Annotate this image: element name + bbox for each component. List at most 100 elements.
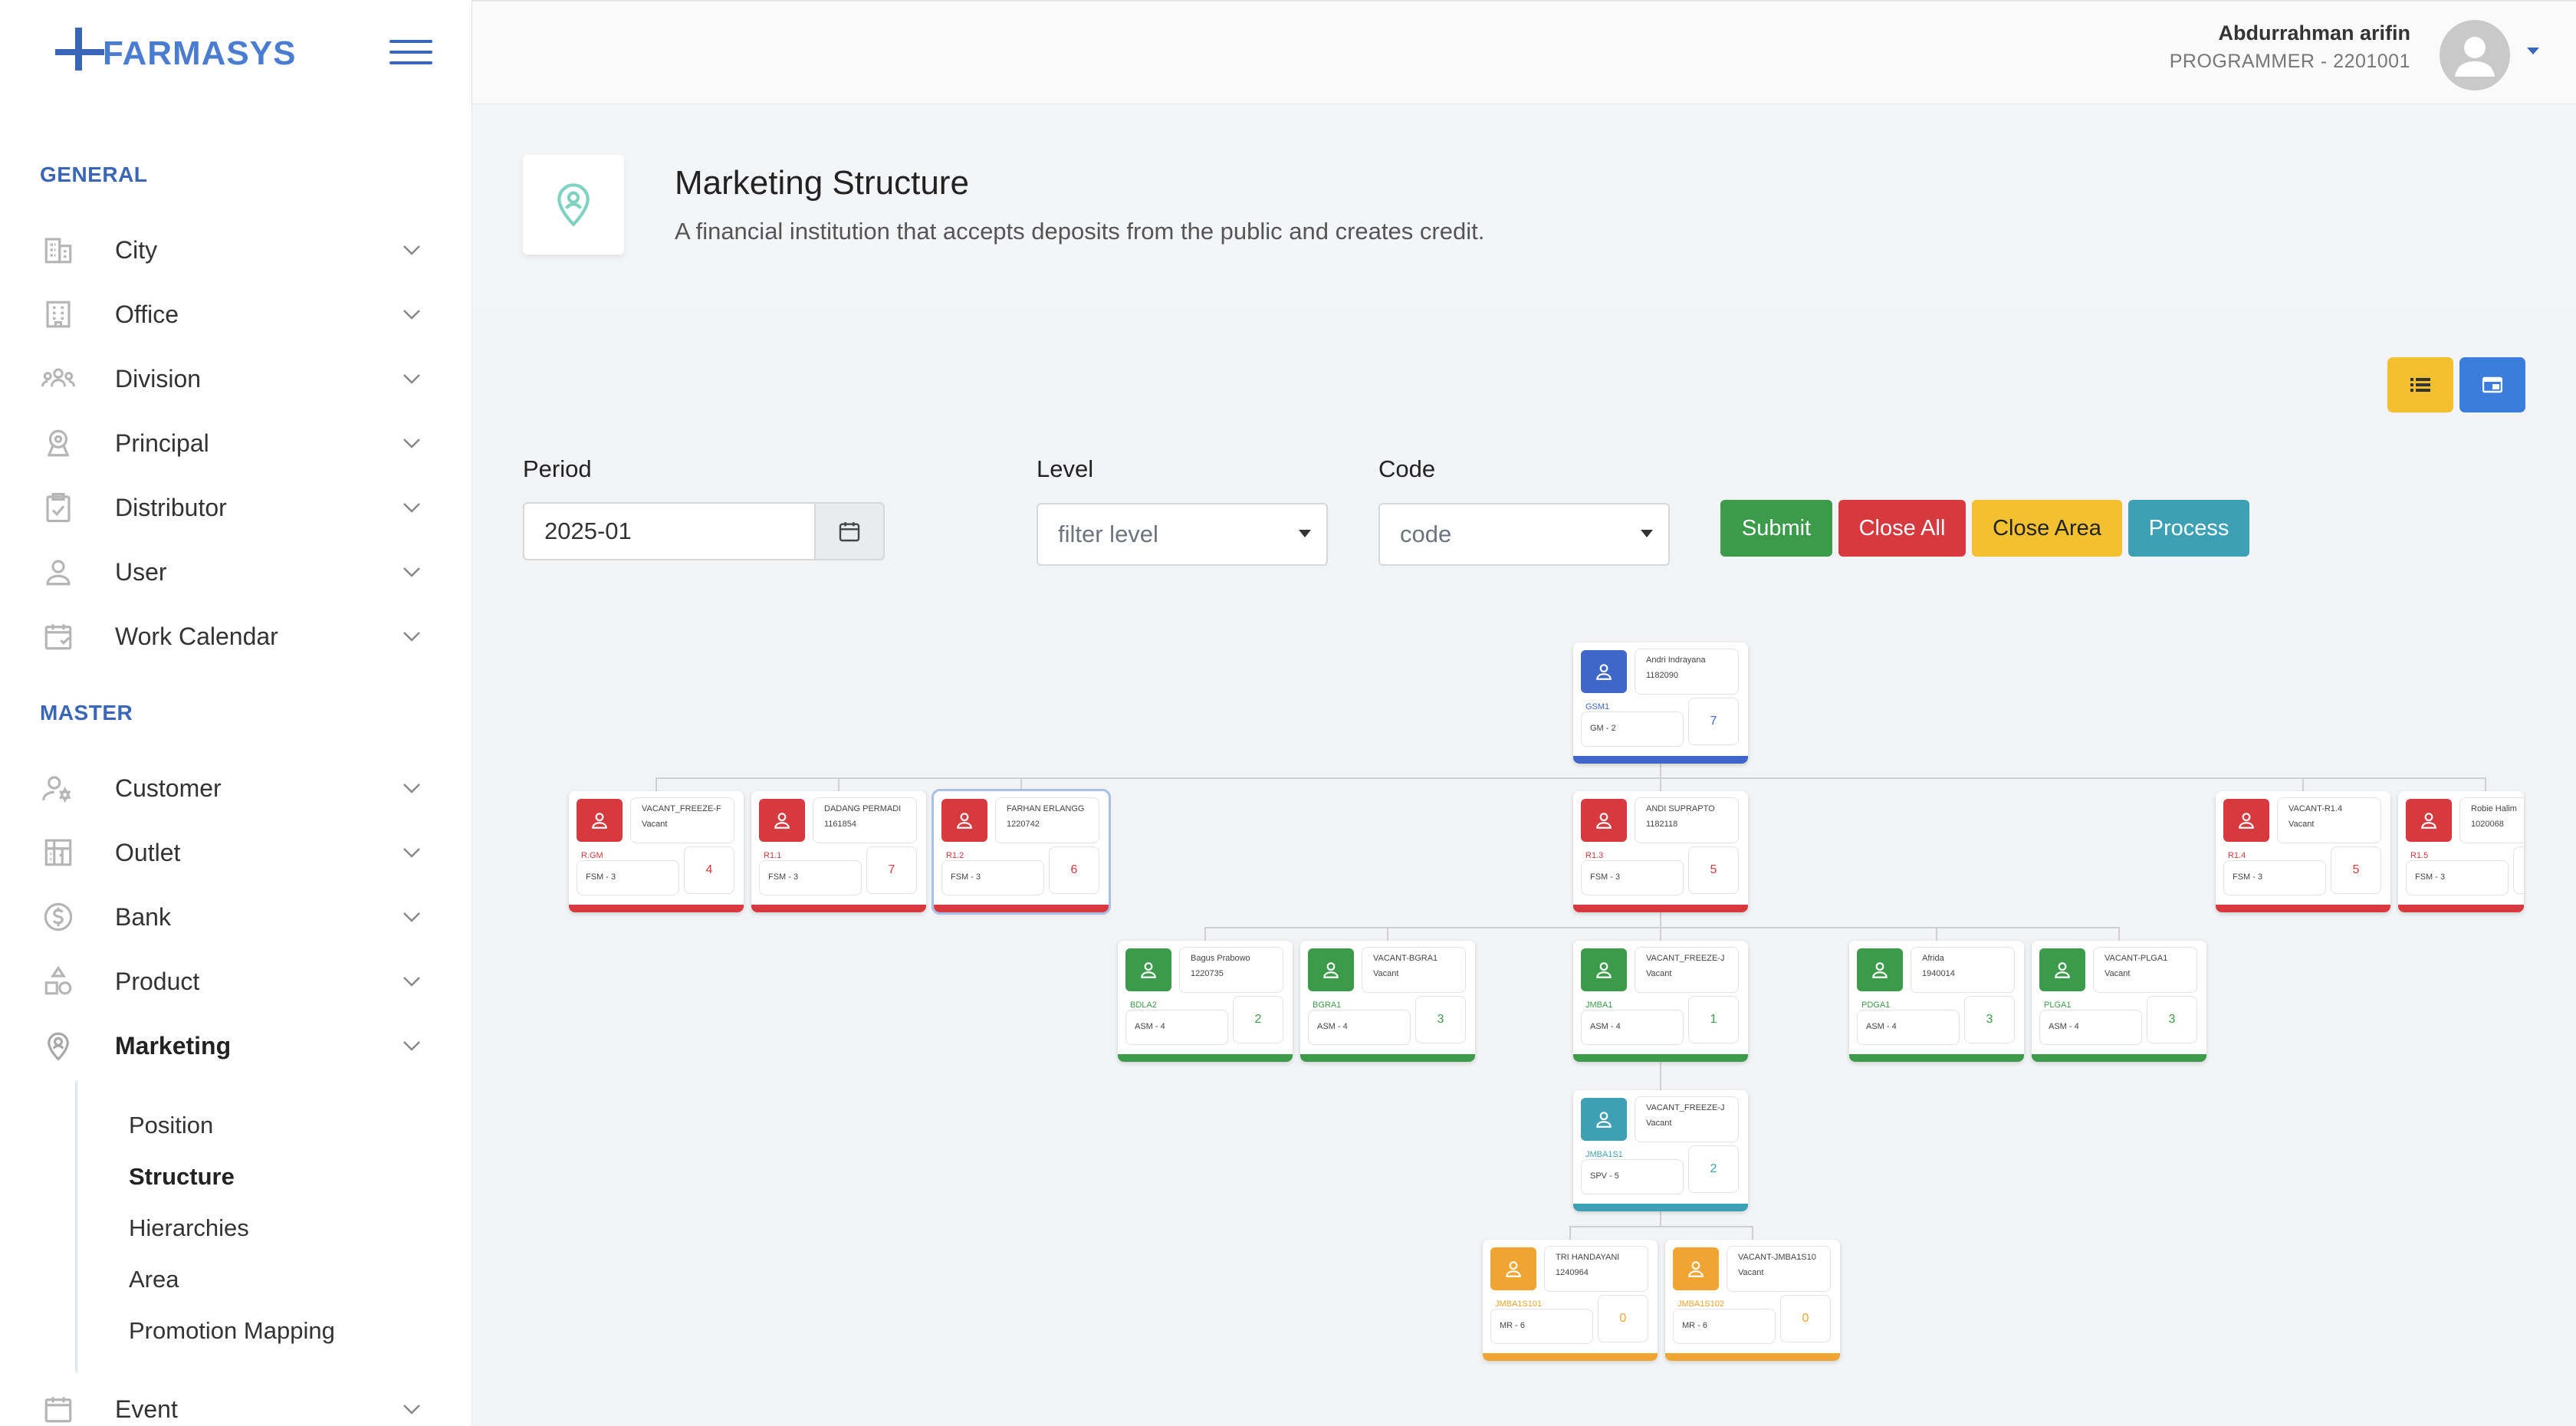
org-node[interactable]: Andri Indrayana 1182090 GSM1 GM - 2 7 xyxy=(1573,642,1748,764)
node-code: BDLA2 xyxy=(1130,1001,1157,1010)
level-select[interactable]: filter level xyxy=(1037,503,1328,566)
sidebar-item-work-calendar[interactable]: Work Calendar xyxy=(40,613,423,659)
org-node[interactable]: VACANT_FREEZE-F Vacant R.GM FSM - 3 4 xyxy=(569,791,744,912)
submenu-item-hierarchies[interactable]: Hierarchies xyxy=(129,1214,249,1242)
node-position: FSM - 3 xyxy=(1590,872,1621,882)
org-node[interactable]: Bagus Prabowo 1220735 BDLA2 ASM - 4 2 xyxy=(1118,941,1293,1062)
connector-gm-fsm xyxy=(656,777,657,791)
node-color-bar xyxy=(2398,905,2524,912)
person-icon xyxy=(1581,1098,1627,1141)
code-select-text: code xyxy=(1400,521,1452,547)
sidebar-item-user[interactable]: User xyxy=(40,549,423,595)
node-count: 0 xyxy=(1598,1295,1648,1342)
process-button[interactable]: Process xyxy=(2128,500,2249,557)
user-avatar-icon[interactable] xyxy=(2440,20,2510,90)
org-node[interactable]: VACANT_FREEZE-J Vacant JMBA1S1 SPV - 5 2 xyxy=(1573,1090,1748,1211)
submenu-item-structure[interactable]: Structure xyxy=(129,1163,235,1191)
org-node[interactable]: TRI HANDAYANI 1240964 JMBA1S101 MR - 6 0 xyxy=(1483,1240,1658,1361)
list-view-button[interactable] xyxy=(2387,357,2453,412)
node-count xyxy=(2513,846,2524,894)
calendar-picker-button[interactable] xyxy=(814,502,885,560)
node-color-bar xyxy=(569,905,744,912)
hamburger-menu-icon[interactable] xyxy=(389,40,432,67)
org-node[interactable]: VACANT_FREEZE-J Vacant JMBA1 ASM - 4 1 xyxy=(1573,941,1748,1062)
connector-gm-fsm xyxy=(2302,777,2304,791)
user-menu-caret-icon[interactable] xyxy=(2527,48,2539,54)
org-node[interactable]: DADANG PERMADI 1161854 R1.1 FSM - 3 7 xyxy=(751,791,926,912)
node-name-box: TRI HANDAYANI 1240964 xyxy=(1544,1246,1648,1292)
card-icon xyxy=(2482,376,2502,393)
node-name-box: VACANT_FREEZE-J Vacant xyxy=(1635,1096,1739,1142)
node-position: FSM - 3 xyxy=(2233,872,2263,882)
close-all-button[interactable]: Close All xyxy=(1838,500,1966,557)
node-code: PLGA1 xyxy=(2044,1001,2072,1010)
connector-gm-fsm xyxy=(1660,777,1661,791)
sidebar-item-marketing[interactable]: Marketing xyxy=(40,1023,423,1069)
node-name-box: Robie Halim 1020068 xyxy=(2459,797,2524,843)
sidebar-item-product[interactable]: Product xyxy=(40,958,423,1004)
org-node[interactable]: Afrida 1940014 PDGA1 ASM - 4 3 xyxy=(1849,941,2024,1062)
calendar-icon xyxy=(839,522,860,542)
person-icon xyxy=(1308,948,1354,991)
node-employee-id: Vacant xyxy=(1373,969,1399,978)
page-subtitle: A financial institution that accepts dep… xyxy=(675,218,1485,245)
brand-logo[interactable]: FARMASYS xyxy=(55,28,296,71)
submit-button[interactable]: Submit xyxy=(1720,500,1832,557)
node-name-box: Bagus Prabowo 1220735 xyxy=(1179,947,1283,993)
card-view-button[interactable] xyxy=(2459,357,2525,412)
org-node[interactable]: VACANT-R1.4 Vacant R1.4 FSM - 3 5 xyxy=(2216,791,2390,912)
connector-asm-spv xyxy=(1660,1076,1661,1090)
node-color-bar xyxy=(1573,1054,1748,1062)
node-name: FARHAN ERLANGG xyxy=(1007,804,1085,813)
shapes-icon xyxy=(40,963,77,1000)
node-employee-id: Vacant xyxy=(2104,969,2131,978)
node-employee-id: 1220735 xyxy=(1191,969,1224,978)
code-select[interactable]: code xyxy=(1378,503,1670,566)
sidebar-item-outlet[interactable]: Outlet xyxy=(40,830,423,876)
node-position: FSM - 3 xyxy=(2415,872,2446,882)
person-icon xyxy=(1857,948,1903,991)
sidebar-item-office[interactable]: Office xyxy=(40,291,423,337)
node-color-bar xyxy=(1300,1054,1475,1062)
node-name: VACANT_FREEZE-J xyxy=(1646,954,1725,963)
sidebar-item-customer[interactable]: Customer xyxy=(40,765,423,811)
person-icon xyxy=(941,799,987,842)
org-node[interactable]: VACANT-JMBA1S10 Vacant JMBA1S102 MR - 6 0 xyxy=(1665,1240,1840,1361)
submenu-item-area[interactable]: Area xyxy=(129,1266,179,1293)
connector-spv-mr xyxy=(1569,1226,1571,1240)
node-name: Robie Halim xyxy=(2471,804,2517,813)
node-position: ASM - 4 xyxy=(2049,1022,2079,1031)
node-color-bar xyxy=(2032,1054,2206,1062)
sidebar-item-distributor[interactable]: Distributor xyxy=(40,485,423,531)
sidebar-item-event[interactable]: Event xyxy=(40,1386,423,1426)
connector-fsm-asm xyxy=(1660,912,1661,927)
org-node[interactable]: VACANT-BGRA1 Vacant BGRA1 ASM - 4 3 xyxy=(1300,941,1475,1062)
close-area-button[interactable]: Close Area xyxy=(1972,500,2122,557)
org-node[interactable]: VACANT-PLGA1 Vacant PLGA1 ASM - 4 3 xyxy=(2032,941,2206,1062)
sidebar-item-principal[interactable]: Principal xyxy=(40,420,423,466)
node-name-box: Afrida 1940014 xyxy=(1911,947,2015,993)
node-code: R1.4 xyxy=(2228,851,2246,860)
marketing-icon xyxy=(40,1027,77,1064)
node-name: VACANT-PLGA1 xyxy=(2104,954,2168,963)
node-count: 3 xyxy=(2147,996,2197,1043)
sidebar-item-division[interactable]: Division xyxy=(40,356,423,402)
submenu-item-promotion-mapping[interactable]: Promotion Mapping xyxy=(129,1317,335,1345)
connector-gm-fsm xyxy=(1660,764,1661,777)
clipboard-icon xyxy=(40,489,77,526)
period-input[interactable]: 2025-01 xyxy=(523,502,816,560)
org-node[interactable]: Robie Halim 1020068 R1.5 FSM - 3 xyxy=(2398,791,2524,912)
node-name: Afrida xyxy=(1922,954,1944,963)
code-label: Code xyxy=(1378,455,1436,482)
org-node[interactable]: ANDI SUPRAPTO 1182118 R1.3 FSM - 3 5 xyxy=(1573,791,1748,912)
office-icon xyxy=(40,296,77,333)
node-color-bar xyxy=(1118,1054,1293,1062)
sidebar-item-bank[interactable]: Bank xyxy=(40,894,423,940)
org-node[interactable]: FARHAN ERLANGG 1220742 R1.2 FSM - 3 6 xyxy=(932,789,1111,915)
calendar-icon xyxy=(40,1391,77,1426)
sidebar-item-city[interactable]: City xyxy=(40,227,423,273)
node-name-box: VACANT-BGRA1 Vacant xyxy=(1362,947,1466,993)
submenu-item-position[interactable]: Position xyxy=(129,1112,213,1139)
calendar-icon xyxy=(40,618,77,655)
level-label: Level xyxy=(1037,455,1094,482)
